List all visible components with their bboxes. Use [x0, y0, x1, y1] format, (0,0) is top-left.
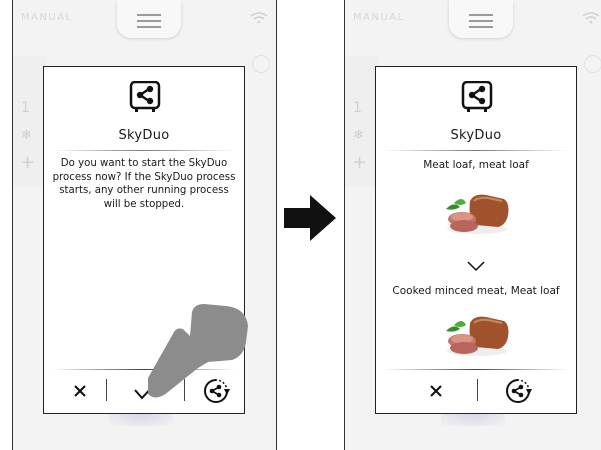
footer-separator — [477, 379, 478, 401]
title-divider — [52, 150, 236, 151]
target-dish-label: Cooked minced meat, Meat loaf — [392, 285, 560, 297]
share-icon — [461, 81, 493, 112]
skyduo-result-dialog: SkyDuo Meat loaf, meat loaf Cooked mince… — [375, 66, 577, 414]
meat-loaf-image — [446, 194, 509, 234]
menu-icon — [469, 14, 493, 16]
bottom-glow — [109, 414, 173, 426]
close-icon[interactable] — [422, 377, 450, 405]
plus-icon[interactable]: + — [20, 152, 35, 173]
status-ring-icon — [252, 55, 270, 73]
footer-separator — [106, 379, 107, 401]
top-bar: MANUAL — [13, 0, 276, 40]
dialog-title: SkyDuo — [450, 128, 502, 143]
top-bar: MANUAL — [345, 0, 601, 40]
plus-icon[interactable]: + — [352, 152, 367, 173]
pointing-hand-icon — [148, 304, 248, 398]
menu-icon-line — [137, 20, 161, 22]
side-panel: 1 ❄ + — [345, 56, 379, 186]
menu-icon — [137, 14, 161, 16]
share-icon — [129, 81, 161, 112]
right-arrow-icon — [284, 195, 336, 241]
source-dish-label: Meat loaf, meat loaf — [423, 159, 529, 171]
mode-label: MANUAL — [21, 12, 73, 23]
chevron-down-icon — [467, 261, 485, 271]
bottom-glow — [441, 414, 505, 426]
device-screen-before: MANUAL 1 ❄ + SkyDuo Do you want to start… — [12, 0, 277, 450]
menu-icon-line — [469, 26, 493, 28]
snowflake-icon: ❄ — [21, 128, 32, 143]
snowflake-icon: ❄ — [353, 128, 364, 143]
menu-icon-line — [137, 26, 161, 28]
skyduo-cycle-icon[interactable] — [504, 377, 532, 405]
menu-icon-line — [469, 20, 493, 22]
side-step-number: 1 — [21, 100, 30, 116]
menu-tab[interactable] — [449, 0, 513, 38]
dialog-message: Do you want to start the SkyDuo process … — [52, 158, 236, 210]
wifi-icon — [250, 12, 268, 24]
side-step-number: 1 — [353, 100, 362, 116]
meat-loaf-image — [446, 316, 509, 356]
wifi-icon — [582, 12, 600, 24]
dialog-title: SkyDuo — [118, 128, 170, 143]
title-divider — [384, 150, 568, 151]
mode-label: MANUAL — [353, 12, 405, 23]
footer-divider — [384, 369, 568, 370]
status-ring-icon — [584, 55, 601, 73]
side-panel: 1 ❄ + — [13, 56, 47, 186]
device-screen-after: MANUAL 1 ❄ + SkyDuo Meat loaf, meat loaf — [344, 0, 601, 450]
menu-tab[interactable] — [117, 0, 181, 38]
close-icon[interactable] — [66, 377, 94, 405]
